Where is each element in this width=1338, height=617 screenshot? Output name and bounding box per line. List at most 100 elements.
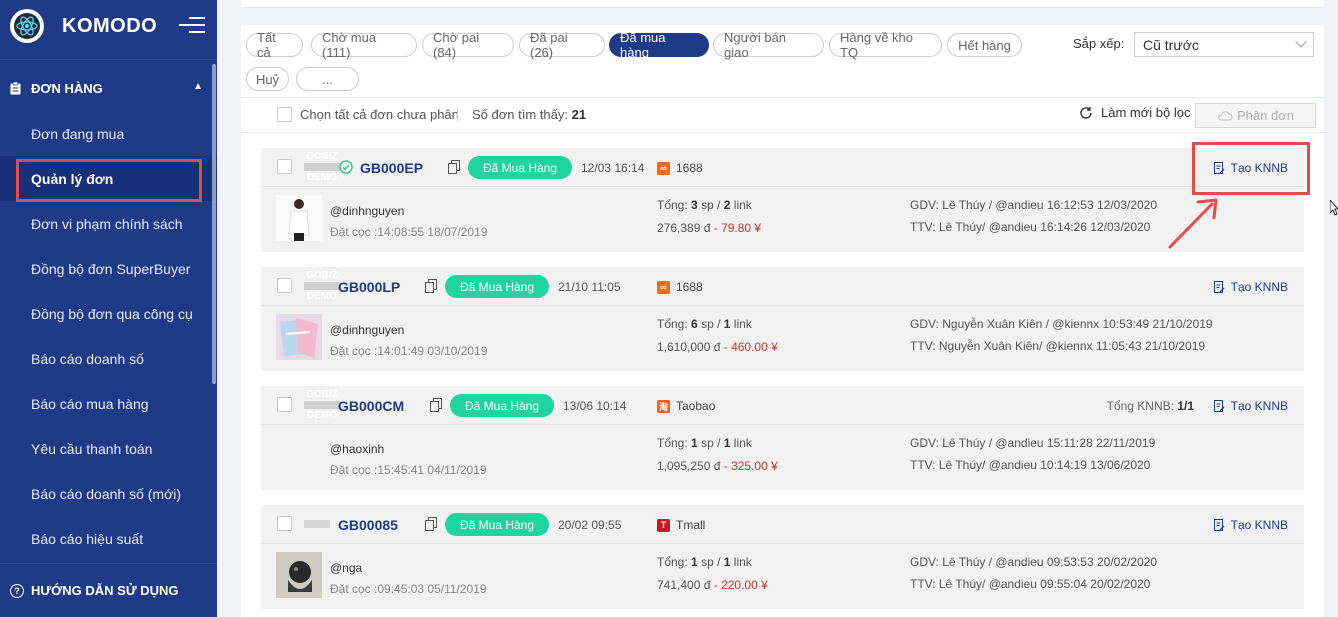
amount-cny: - 79.80 ¥ bbox=[713, 221, 762, 235]
copy-icon[interactable] bbox=[425, 517, 437, 531]
order-checkbox[interactable] bbox=[277, 397, 292, 412]
sidebar-item[interactable]: Báo cáo doanh số bbox=[0, 336, 217, 381]
filter-chip[interactable]: Chờ mua (111) bbox=[311, 30, 417, 60]
sort-select[interactable]: Cũ trước bbox=[1134, 32, 1314, 57]
gdv-info: GDV: Lê Thúy / @andieu 09:53:53 20/02/20… bbox=[910, 555, 1158, 569]
gdv-info: GDV: Lê Thúy / @andieu 15:11:28 22/11/20… bbox=[910, 436, 1156, 450]
order-card: GOBIZ DEMO GB000LP Đã Mua Hàng 21/10 11:05 ∞ 1… bbox=[261, 267, 1304, 371]
order-checkbox[interactable] bbox=[277, 159, 292, 174]
split-order-button[interactable]: Phân đơn bbox=[1195, 103, 1316, 128]
amount-vnd: 1,095,250 đ bbox=[657, 459, 721, 473]
order-code[interactable]: GB00085 bbox=[338, 517, 398, 533]
total-suffix: link bbox=[733, 555, 752, 569]
card-divider bbox=[261, 543, 1304, 544]
total-mid: sp / bbox=[701, 198, 721, 212]
total-knnb-label: Tổng KNNB: bbox=[1106, 399, 1174, 413]
sidebar-item[interactable]: Báo cáo doanh số (mới) bbox=[0, 471, 217, 516]
amount-cny: - 325.00 ¥ bbox=[723, 459, 778, 473]
create-knnb-label: Tạo KNNB bbox=[1230, 280, 1288, 294]
order-date: 12/03 16:14 bbox=[581, 161, 645, 175]
brand-divider bbox=[0, 59, 217, 60]
document-edit-icon bbox=[1213, 400, 1225, 412]
order-checkbox[interactable] bbox=[277, 516, 292, 531]
buyer-username[interactable]: @dinhnguyen bbox=[330, 204, 404, 218]
filter-chip[interactable]: Huỷ bbox=[246, 67, 289, 91]
split-order-label: Phân đơn bbox=[1237, 108, 1294, 123]
app-name: KOMODO bbox=[62, 14, 158, 37]
total-prefix: Tổng: bbox=[657, 555, 688, 569]
total-suffix: link bbox=[733, 436, 752, 450]
amount-vnd: 1,610,000 đ bbox=[657, 340, 721, 354]
chevron-up-icon[interactable]: ▲ bbox=[193, 81, 203, 92]
total-prefix: Tổng: bbox=[657, 198, 688, 212]
total-sp: 1 bbox=[691, 436, 698, 450]
top-bar bbox=[241, 0, 1324, 8]
sidebar-scrollbar[interactable] bbox=[212, 64, 216, 384]
source-name: 1688 bbox=[676, 161, 703, 175]
filter-chip[interactable]: Hàng về kho TQ bbox=[829, 30, 942, 60]
reset-filter-button[interactable]: Làm mới bộ lọc bbox=[1079, 105, 1190, 120]
filter-chip[interactable]: Người bán giao bbox=[713, 30, 824, 60]
total-link: 2 bbox=[723, 198, 731, 212]
filter-chip[interactable]: ... bbox=[296, 67, 359, 91]
menu-toggle-icon[interactable] bbox=[179, 17, 205, 38]
buyer-username[interactable]: @nga bbox=[330, 561, 362, 575]
order-code[interactable]: GB000EP bbox=[360, 160, 423, 176]
total-link: 1 bbox=[723, 317, 731, 331]
buyer-username[interactable]: @haoxinh bbox=[330, 442, 384, 456]
source-logo-icon: ∞ bbox=[657, 161, 670, 175]
reset-filter-label: Làm mới bộ lọc bbox=[1101, 105, 1191, 120]
total-link: 1 bbox=[723, 436, 731, 450]
filter-chip[interactable]: Đã mua hàng bbox=[609, 30, 709, 60]
verified-check-icon bbox=[339, 160, 353, 174]
create-knnb-button[interactable]: Tạo KNNB bbox=[1213, 518, 1288, 532]
sidebar-item[interactable]: Đồng bộ đơn SuperBuyer bbox=[0, 246, 217, 291]
watermark-text: DEMO bbox=[307, 291, 337, 302]
filter-chip[interactable]: Hết hàng bbox=[947, 33, 1022, 57]
copy-icon[interactable] bbox=[448, 160, 460, 174]
copy-icon[interactable] bbox=[430, 398, 442, 412]
filter-chip[interactable]: Chờ pai (84) bbox=[422, 30, 514, 60]
clipboard-icon bbox=[10, 81, 21, 94]
create-knnb-button[interactable]: Tạo KNNB bbox=[1213, 399, 1288, 413]
select-all-checkbox[interactable] bbox=[277, 107, 292, 122]
sidebar-item[interactable]: Báo cáo mua hàng bbox=[0, 381, 217, 426]
sidebar-item[interactable]: Đồng bộ đơn qua công cụ bbox=[0, 291, 217, 336]
sidebar-item[interactable]: Yêu cầu thanh toán bbox=[0, 426, 217, 471]
order-amount: 1,095,250 đ - 325.00 ¥ bbox=[657, 459, 778, 473]
deposit-time: Đặt cọc :14:01:49 03/10/2019 bbox=[330, 344, 488, 358]
order-code[interactable]: GB000LP bbox=[338, 279, 400, 295]
sidebar-item[interactable]: Đơn vi phạm chính sách bbox=[0, 201, 217, 246]
sidebar: KOMODO ĐƠN HÀNG ▲ Đơn đang mua Quản lý đơ… bbox=[0, 0, 217, 617]
order-totals: Tổng: 1 sp / 1 link bbox=[657, 436, 752, 450]
sidebar-item[interactable]: Đơn đang mua bbox=[0, 111, 217, 156]
filter-chip[interactable]: Tất cả bbox=[246, 30, 303, 60]
order-amount: 1,610,000 đ - 460.00 ¥ bbox=[657, 340, 778, 354]
card-divider bbox=[261, 424, 1304, 425]
buyer-username[interactable]: @dinhnguyen bbox=[330, 323, 404, 337]
sidebar-section-orders[interactable]: ĐƠN HÀNG ▲ bbox=[0, 64, 217, 112]
sidebar-item[interactable]: Báo cáo hiệu suất bbox=[0, 516, 217, 561]
total-sp: 1 bbox=[691, 555, 698, 569]
filter-chip[interactable]: Đã pai (26) bbox=[519, 30, 605, 60]
sidebar-help[interactable]: ? HƯỚNG DẪN SỬ DỤNG bbox=[0, 563, 217, 617]
product-thumbnail[interactable] bbox=[276, 552, 322, 598]
order-date: 20/02 09:55 bbox=[558, 518, 622, 532]
amount-vnd: 276,389 đ bbox=[657, 221, 711, 235]
mouse-cursor-icon bbox=[1330, 200, 1338, 216]
order-totals: Tổng: 1 sp / 1 link bbox=[657, 555, 752, 569]
amount-cny: - 460.00 ¥ bbox=[723, 340, 778, 354]
product-thumbnail[interactable] bbox=[276, 195, 322, 241]
order-amount: 276,389 đ - 79.80 ¥ bbox=[657, 221, 761, 235]
product-thumbnail[interactable] bbox=[276, 433, 322, 479]
copy-icon[interactable] bbox=[425, 279, 437, 293]
create-knnb-button[interactable]: Tạo KNNB bbox=[1213, 280, 1288, 294]
total-sp: 3 bbox=[691, 198, 698, 212]
divider bbox=[241, 132, 1324, 133]
order-code[interactable]: GB000CM bbox=[338, 398, 404, 414]
product-thumbnail[interactable] bbox=[276, 314, 322, 360]
order-checkbox[interactable] bbox=[277, 278, 292, 293]
watermark-text: DEMO bbox=[307, 410, 337, 421]
total-link: 1 bbox=[723, 555, 731, 569]
source-logo-icon: ∞ bbox=[657, 280, 670, 294]
